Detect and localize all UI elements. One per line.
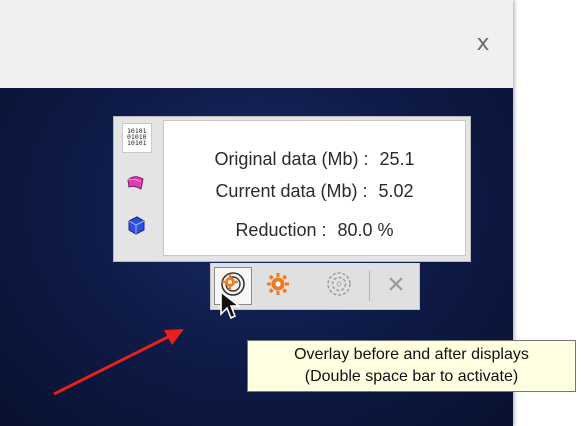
mouse-cursor-icon: [219, 290, 245, 329]
tooltip-line-1: Overlay before and after displays: [294, 346, 529, 363]
tooltip: Overlay before and after displays (Doubl…: [247, 340, 576, 392]
tooltip-line-2: (Double space bar to activate): [304, 368, 519, 385]
